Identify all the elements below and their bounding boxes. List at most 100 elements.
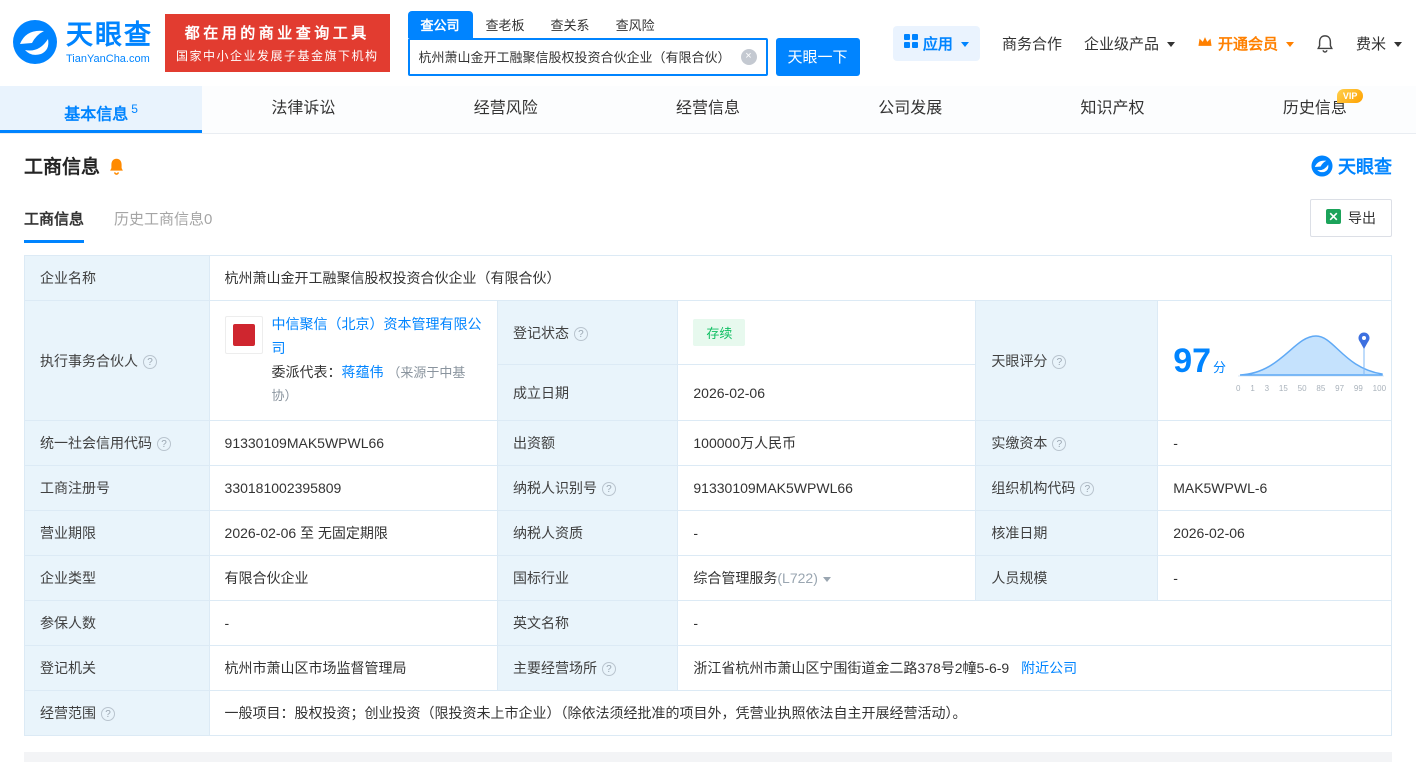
help-icon[interactable] xyxy=(157,437,171,452)
tab-operation-risk[interactable]: 经营风险 xyxy=(405,86,607,133)
user-name: 费米 xyxy=(1355,35,1386,53)
delegate-rep-link[interactable]: 蒋蕴伟 xyxy=(342,364,384,380)
help-icon[interactable] xyxy=(601,662,616,677)
executive-partner-label: 执行事务合伙人 xyxy=(24,299,210,422)
delegate-rep-label: 委派代表： xyxy=(271,363,342,380)
excel-icon xyxy=(1326,209,1341,227)
company-name-value: 杭州萧山金开工融聚信股权投资合伙企业（有限合伙） xyxy=(208,255,1393,301)
help-icon[interactable] xyxy=(143,354,157,369)
table-row: 经营范围 一般项目：股权投资；创业投资（限投资未上市企业）（除依法须经批准的项目… xyxy=(24,690,1393,737)
tab-operation-info[interactable]: 经营信息 xyxy=(607,86,809,133)
enterprise-products-label: 企业级产品 xyxy=(1083,35,1159,53)
paid-capital-value: - xyxy=(1157,420,1392,467)
subtab-history-business-info[interactable]: 历史工商信息0 xyxy=(114,208,212,243)
export-button-label: 导出 xyxy=(1348,210,1376,226)
address-value: 浙江省杭州市萧山区宁围街道金二路378号2幢5-6-9 附近公司 xyxy=(677,645,1392,692)
table-row: 执行事务合伙人 中信聚信（北京）资本管理有限公司 委派代表：蒋蕴伟 （来源于中基… xyxy=(24,299,1392,422)
tianyancha-logo-icon xyxy=(1311,154,1333,177)
header-menu: 应用 商务合作 企业级产品 开通会员 费米 xyxy=(892,25,1402,61)
executive-partner-cell: 中信聚信（北京）资本管理有限公司 委派代表：蒋蕴伟 （来源于中基协） xyxy=(208,299,498,422)
paid-capital-label: 实缴资本 xyxy=(975,420,1159,467)
org-code-label: 组织机构代码 xyxy=(975,465,1159,512)
clear-search-icon[interactable] xyxy=(740,48,757,65)
taxpayer-quality-value: - xyxy=(677,510,977,557)
page-bottom-strip xyxy=(24,752,1392,762)
partner-company-link[interactable]: 中信聚信（北京）资本管理有限公司 xyxy=(272,316,482,356)
help-icon[interactable] xyxy=(1080,482,1095,497)
address-label: 主要经营场所 xyxy=(496,645,679,692)
search-tab-company[interactable]: 查公司 xyxy=(407,10,473,38)
insured-count-label: 参保人数 xyxy=(24,600,210,647)
subscribe-bell-icon[interactable] xyxy=(108,157,125,175)
user-menu[interactable]: 费米 xyxy=(1356,33,1402,54)
approval-date-value: 2026-02-06 xyxy=(1157,510,1392,557)
score-marker-pin-icon xyxy=(1358,332,1370,350)
english-name-label: 英文名称 xyxy=(496,600,679,647)
apps-menu[interactable]: 应用 xyxy=(892,25,980,61)
business-scope-value: 一般项目：股权投资；创业投资（限投资未上市企业）（除依法须经批准的项目外，凭营业… xyxy=(208,690,1393,737)
score-distribution-chart: 0 1 3 15 50 85 97 99 100 xyxy=(1236,328,1386,393)
help-icon[interactable] xyxy=(573,326,588,341)
establish-date-label: 成立日期 xyxy=(496,364,679,422)
tab-company-development[interactable]: 公司发展 xyxy=(809,86,1011,133)
reg-authority-label: 登记机关 xyxy=(24,645,210,692)
tab-basic-info-label: 基本信息 xyxy=(64,106,129,124)
english-name-value: - xyxy=(677,600,1392,647)
expand-industry-icon[interactable] xyxy=(822,577,831,586)
tyc-score-label: 天眼评分 xyxy=(975,299,1159,422)
credit-code-value: 91330109MAK5WPWL66 xyxy=(208,420,498,467)
business-term-label: 营业期限 xyxy=(24,510,210,557)
reg-status-value: 存续 xyxy=(677,299,977,366)
taxpayer-id-value: 91330109MAK5WPWL66 xyxy=(677,465,977,512)
enterprise-products-menu[interactable]: 企业级产品 xyxy=(1084,33,1175,54)
business-term-value: 2026-02-06 至 无固定期限 xyxy=(208,510,498,557)
search-tabs: 查公司 查老板 查关系 查风险 xyxy=(407,10,860,38)
subtab-business-info[interactable]: 工商信息 xyxy=(24,208,85,243)
tab-history-info[interactable]: 历史信息 VIP xyxy=(1214,86,1416,133)
insured-count-value: - xyxy=(208,600,498,647)
business-scope-label: 经营范围 xyxy=(24,690,210,737)
help-icon[interactable] xyxy=(1052,437,1067,452)
tab-intellectual-property[interactable]: 知识产权 xyxy=(1011,86,1213,133)
business-info-table: 企业名称 杭州萧山金开工融聚信股权投资合伙企业（有限合伙） 执行事务合伙人 中信… xyxy=(24,255,1393,737)
score-curve xyxy=(1238,332,1385,377)
tianyancha-logo-icon xyxy=(12,19,58,68)
nearby-companies-link[interactable]: 附近公司 xyxy=(1021,660,1077,676)
tianyancha-logo[interactable]: 天眼查 TianYanCha.com xyxy=(12,19,153,68)
notifications-bell-icon[interactable] xyxy=(1316,34,1334,53)
vip-badge: VIP xyxy=(1336,89,1364,103)
open-vip-menu[interactable]: 开通会员 xyxy=(1197,33,1294,54)
search-button[interactable]: 天眼一下 xyxy=(775,37,860,76)
industry-value: 综合管理服务(L722) xyxy=(677,555,977,602)
help-icon[interactable] xyxy=(101,707,115,722)
reg-number-value: 330181002395809 xyxy=(208,465,498,512)
tianyancha-watermark-label: 天眼查 xyxy=(1338,156,1392,177)
search-tab-relation[interactable]: 查关系 xyxy=(538,11,603,38)
main-content: 工商信息 天眼查 工商信息 历史工商信息0 导出 企业名称 杭州萧山金开工融聚信… xyxy=(0,134,1416,762)
promo-banner-line1: 都在用的商业查询工具 xyxy=(184,25,370,42)
search-tab-boss[interactable]: 查老板 xyxy=(473,11,538,38)
header: 天眼查 TianYanCha.com 都在用的商业查询工具 国家中小企业发展子基… xyxy=(0,0,1416,86)
chevron-down-icon xyxy=(1166,41,1175,51)
help-icon[interactable] xyxy=(1052,354,1067,369)
export-button[interactable]: 导出 xyxy=(1310,199,1392,237)
table-row: 企业类型 有限合伙企业 国标行业 综合管理服务(L722) 人员规模 - xyxy=(24,555,1392,602)
tab-basic-info[interactable]: 基本信息 5 xyxy=(0,86,203,133)
table-row: 营业期限 2026-02-06 至 无固定期限 纳税人资质 - 核准日期 202… xyxy=(24,510,1392,557)
chevron-down-icon xyxy=(1285,41,1294,51)
company-section-nav: 基本信息 5 法律诉讼 经营风险 经营信息 公司发展 知识产权 历史信息 VIP xyxy=(0,86,1416,134)
search-tab-risk[interactable]: 查风险 xyxy=(603,11,668,38)
open-vip-label: 开通会员 xyxy=(1217,35,1278,53)
reg-number-label: 工商注册号 xyxy=(24,465,210,512)
business-cooperation-link[interactable]: 商务合作 xyxy=(1002,33,1062,54)
search-input-box xyxy=(407,37,768,76)
capital-label: 出资额 xyxy=(496,420,679,467)
search-input[interactable] xyxy=(418,49,741,64)
tab-legal-litigation[interactable]: 法律诉讼 xyxy=(202,86,404,133)
status-badge: 存续 xyxy=(693,319,746,347)
industry-code: (L722) xyxy=(777,570,818,587)
reg-authority-value: 杭州市萧山区市场监督管理局 xyxy=(208,645,498,692)
establish-date-value: 2026-02-06 xyxy=(677,364,977,422)
score-axis-ticks: 0 1 3 15 50 85 97 99 100 xyxy=(1236,384,1387,394)
help-icon[interactable] xyxy=(601,482,616,497)
